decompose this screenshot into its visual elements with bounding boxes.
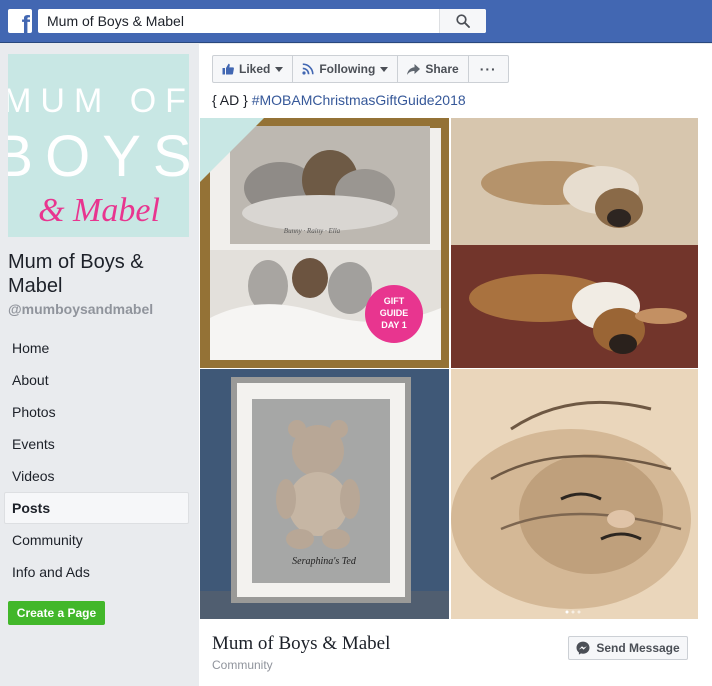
search-box bbox=[38, 9, 486, 33]
create-page-button[interactable]: Create a Page bbox=[8, 601, 105, 625]
following-button[interactable]: Following bbox=[292, 55, 399, 83]
chevron-down-icon bbox=[380, 66, 389, 72]
nav-item-photos[interactable]: Photos bbox=[4, 396, 189, 428]
page-title[interactable]: Mum of Boys & Mabel bbox=[8, 250, 188, 298]
facebook-logo-icon[interactable]: f bbox=[8, 9, 32, 33]
photo-grid: Bunny · Rainy · Ella GIFT GUIDE DAY 1 Se… bbox=[199, 118, 699, 619]
thumbs-up-icon bbox=[222, 63, 234, 75]
footer-page-name[interactable]: Mum of Boys & Mabel bbox=[212, 633, 390, 655]
top-bar: f bbox=[0, 0, 712, 43]
following-label: Following bbox=[319, 62, 376, 76]
messenger-icon bbox=[576, 641, 590, 655]
more-options-button[interactable]: ··· bbox=[467, 55, 509, 83]
cover-line-2: BOYS bbox=[8, 124, 189, 189]
post-text-prefix: { AD } bbox=[212, 92, 252, 108]
cover-line-3: & Mabel bbox=[38, 192, 160, 229]
gift-guide-badge-line-2: GUIDE bbox=[380, 308, 409, 318]
hashtag-link[interactable]: #MOBAMChristmasGiftGuide2018 bbox=[252, 92, 466, 108]
profile-picture[interactable]: MUM OF BOYS & Mabel bbox=[8, 54, 189, 237]
photo-3-caption: Seraphina's Ted bbox=[292, 556, 357, 567]
gift-guide-badge-line-1: GIFT bbox=[384, 296, 405, 306]
search-input[interactable] bbox=[38, 9, 438, 33]
send-message-button[interactable]: Send Message bbox=[568, 636, 688, 660]
nav-item-posts[interactable]: Posts bbox=[4, 492, 189, 524]
page-actions: Liked Following Share ··· bbox=[212, 55, 509, 83]
footer-page-category: Community bbox=[212, 658, 273, 672]
photo-boxer-dog[interactable] bbox=[451, 118, 698, 368]
nav-item-about[interactable]: About bbox=[4, 364, 189, 396]
nav-item-videos[interactable]: Videos bbox=[4, 460, 189, 492]
nav-item-info-and-ads[interactable]: Info and Ads bbox=[4, 556, 189, 588]
photo-bunnies-artwork[interactable]: Bunny · Rainy · Ella GIFT GUIDE DAY 1 bbox=[200, 118, 449, 368]
page-nav: Home About Photos Events Videos Posts Co… bbox=[4, 332, 189, 588]
nav-item-home[interactable]: Home bbox=[4, 332, 189, 364]
post-panel: Liked Following Share ··· { AD } #MOBAMC… bbox=[199, 44, 712, 686]
page-username[interactable]: @mumboysandmabel bbox=[8, 301, 153, 317]
nav-item-events[interactable]: Events bbox=[4, 428, 189, 460]
chevron-down-icon bbox=[275, 66, 284, 72]
send-message-label: Send Message bbox=[596, 641, 680, 655]
liked-label: Liked bbox=[239, 62, 271, 76]
rss-feed-icon bbox=[302, 63, 314, 75]
post-message: { AD } #MOBAMChristmasGiftGuide2018 bbox=[212, 92, 466, 108]
more-dots-icon: ··· bbox=[479, 61, 497, 77]
share-button[interactable]: Share bbox=[397, 55, 469, 83]
cover-line-1: MUM OF bbox=[8, 82, 189, 120]
search-button[interactable] bbox=[439, 9, 486, 33]
nav-item-community[interactable]: Community bbox=[4, 524, 189, 556]
photo-cat-artwork[interactable] bbox=[451, 369, 698, 619]
facebook-logo-letter: f bbox=[21, 11, 30, 34]
gift-guide-badge-line-3: DAY 1 bbox=[381, 320, 407, 330]
photo-teddy-artwork[interactable]: Seraphina's Ted bbox=[200, 369, 449, 619]
share-label: Share bbox=[425, 62, 459, 76]
photo-1-caption: Bunny · Rainy · Ella bbox=[284, 227, 341, 235]
search-icon bbox=[456, 14, 470, 28]
liked-button[interactable]: Liked bbox=[212, 55, 294, 83]
left-sidebar: MUM OF BOYS & Mabel Mum of Boys & Mabel … bbox=[0, 44, 199, 686]
share-arrow-icon bbox=[407, 63, 421, 75]
